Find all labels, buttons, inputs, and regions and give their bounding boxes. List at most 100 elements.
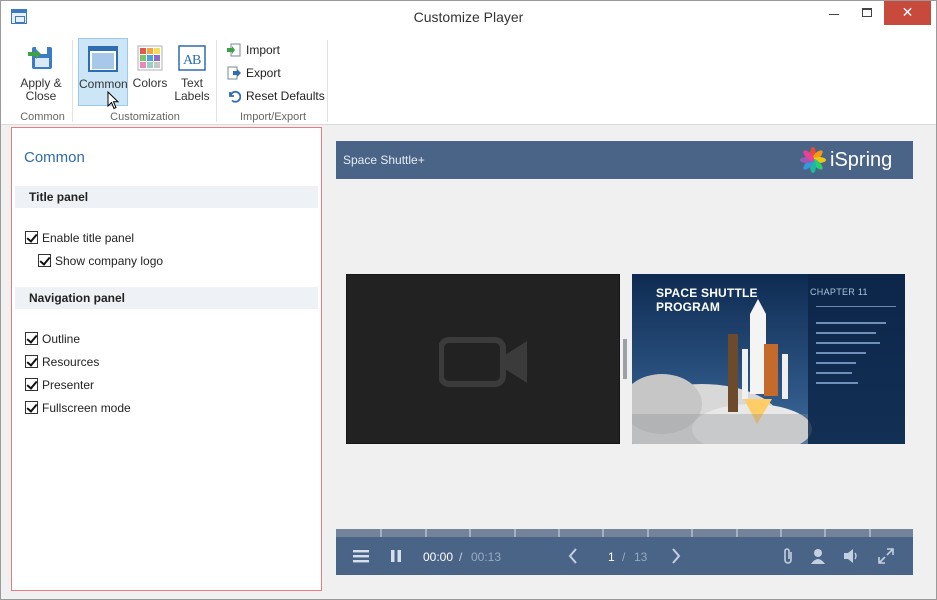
volume-icon[interactable]	[843, 548, 861, 564]
maximize-button[interactable]	[852, 1, 882, 25]
toc-line	[816, 322, 886, 324]
checkbox-label: Fullscreen mode	[42, 401, 131, 415]
checkbox-label: Enable title panel	[42, 231, 135, 245]
colors-tab-label: Colors	[132, 76, 168, 90]
timeline-tick	[824, 529, 826, 537]
timeline-tick	[514, 529, 516, 537]
total-pages: 13	[634, 550, 648, 564]
toc-divider	[816, 306, 896, 307]
text-labels-tab-label: Text Labels	[174, 76, 210, 103]
timeline-tick	[380, 529, 382, 537]
settings-panel: Common Title panel Enable title panel Sh…	[11, 127, 322, 591]
checkbox-checked[interactable]	[25, 401, 38, 414]
checkbox-label: Presenter	[42, 378, 95, 392]
layout-icon	[88, 46, 118, 72]
timeline-tick	[425, 529, 427, 537]
toc-line	[816, 382, 858, 384]
video-placeholder	[346, 274, 620, 444]
player-preview: Space Shuttle+ iSpring SPACE SHUTTLE PRO…	[336, 141, 913, 576]
navigation-panel-section: Navigation panel	[15, 287, 318, 309]
panel-heading: Common	[24, 149, 85, 166]
timeline-tick	[558, 529, 560, 537]
video-camera-icon	[439, 337, 527, 387]
ribbon-divider	[327, 40, 328, 122]
current-time: 00:00	[423, 550, 454, 564]
player-title-bar: Space Shuttle+ iSpring	[336, 141, 913, 179]
slide-toc-panel	[808, 274, 905, 444]
checkbox-label: Show company logo	[55, 254, 164, 268]
player-title: Space Shuttle+	[343, 153, 425, 167]
toc-line	[816, 372, 852, 374]
checkbox-checked[interactable]	[25, 355, 38, 368]
next-slide-icon[interactable]	[671, 548, 681, 564]
toc-line	[816, 362, 856, 364]
previous-slide-icon[interactable]	[568, 548, 578, 564]
maximize-icon	[862, 8, 872, 17]
slide-title-line: PROGRAM	[656, 300, 721, 314]
reset-icon	[229, 90, 241, 103]
close-icon: ✕	[901, 4, 914, 20]
import-label: Import	[246, 43, 281, 57]
toc-line	[816, 342, 880, 344]
common-tab-label: Common	[79, 77, 128, 91]
export-icon	[227, 66, 241, 80]
customize-player-window: Customize Player ✕ Apply & Close Common …	[0, 0, 937, 600]
fullscreen-icon[interactable]	[878, 548, 894, 564]
checkbox-checked[interactable]	[25, 332, 38, 345]
export-label: Export	[246, 66, 281, 80]
total-time: 00:13	[471, 550, 502, 564]
checkbox-label: Outline	[42, 332, 81, 346]
checkbox-checked[interactable]	[25, 378, 38, 391]
page-separator: /	[622, 550, 626, 564]
svg-text:B: B	[192, 53, 201, 68]
ribbon-divider	[72, 40, 73, 122]
ribbon-toolbar: Apply & Close Common Common Colors A B T…	[1, 34, 936, 125]
menu-icon[interactable]	[353, 549, 369, 563]
timeline-tick	[602, 529, 604, 537]
timeline-tick	[691, 529, 693, 537]
splitter-handle[interactable]	[623, 339, 627, 379]
import-icon	[227, 43, 241, 57]
minimize-button[interactable]	[819, 1, 849, 25]
group-label-import-export: Import/Export	[239, 111, 307, 123]
reset-defaults-label: Reset Defaults	[246, 89, 325, 103]
timeline-tick	[869, 529, 871, 537]
player-control-bar: 00:00 / 00:13 1 / 13	[336, 537, 913, 575]
mouse-cursor-icon	[107, 91, 120, 110]
logo-text: iSpring	[830, 149, 893, 171]
slide-title-line: SPACE SHUTTLE	[656, 286, 758, 300]
apply-close-button[interactable]: Apply & Close	[15, 38, 67, 106]
pause-icon[interactable]	[390, 549, 402, 563]
text-ab-icon: A B	[178, 45, 206, 71]
window-title: Customize Player	[413, 9, 524, 25]
current-page: 1	[608, 550, 615, 564]
group-label-customization: Customization	[110, 111, 180, 123]
attachment-icon[interactable]	[782, 547, 794, 565]
title-bar: Customize Player ✕	[1, 1, 936, 34]
timeline-tick	[780, 529, 782, 537]
text-labels-tab-button[interactable]: A B Text Labels	[172, 38, 212, 106]
checkbox-checked[interactable]	[38, 254, 51, 267]
company-logo: iSpring	[798, 146, 908, 174]
timeline-tick	[736, 529, 738, 537]
presenter-icon[interactable]	[810, 548, 826, 564]
checkbox-checked[interactable]	[25, 231, 38, 244]
minimize-icon	[829, 14, 839, 15]
slide-preview: SPACE SHUTTLE PROGRAM CHAPTER 11	[632, 274, 905, 444]
ribbon-divider	[216, 40, 217, 122]
close-button[interactable]: ✕	[884, 1, 931, 25]
ispring-flower-icon	[800, 147, 826, 173]
timeline-bar[interactable]	[336, 529, 913, 537]
color-palette-icon	[137, 45, 163, 71]
timeline-tick	[469, 529, 471, 537]
checkbox-label: Resources	[42, 355, 100, 369]
toc-line	[816, 352, 866, 354]
save-close-icon	[28, 47, 52, 69]
colors-tab-button[interactable]: Colors	[129, 38, 171, 106]
slide-chapter-label: CHAPTER 11	[810, 287, 868, 297]
apply-close-label: Apply & Close	[20, 76, 62, 103]
timeline-tick	[647, 529, 649, 537]
group-label-common: Common	[20, 111, 65, 123]
slide-title: SPACE SHUTTLE PROGRAM	[656, 286, 758, 314]
toc-line	[816, 332, 876, 334]
